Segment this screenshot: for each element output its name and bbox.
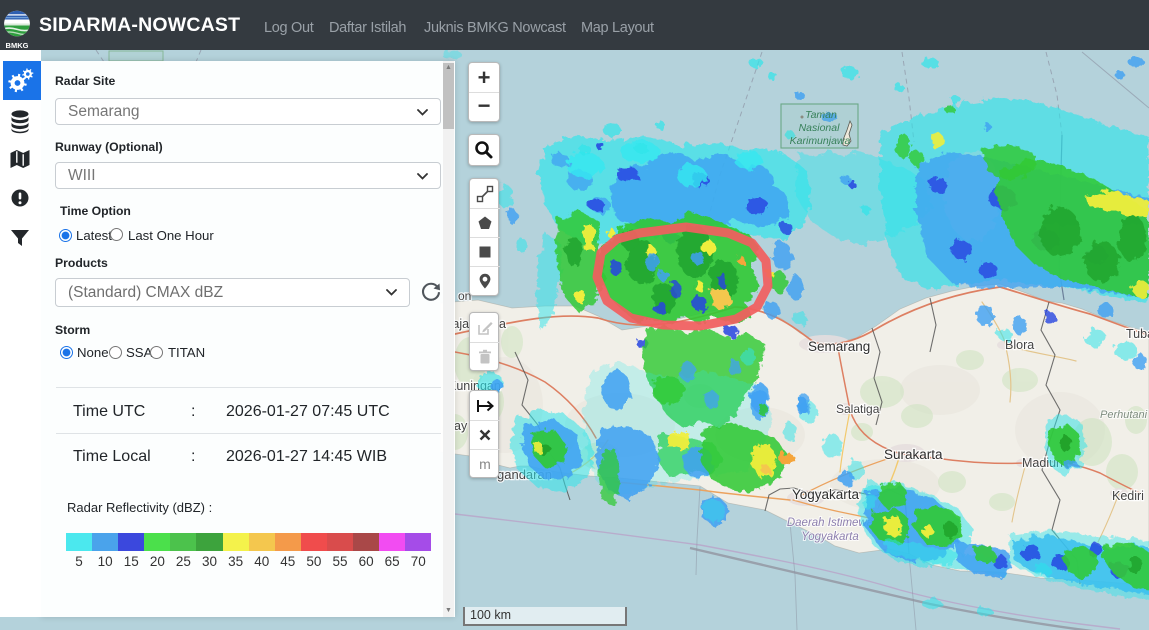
svg-text:Semarang: Semarang bbox=[808, 339, 870, 354]
svg-text:Kediri: Kediri bbox=[1112, 489, 1144, 503]
svg-text:BMKG: BMKG bbox=[6, 41, 29, 50]
svg-text:Tuban: Tuban bbox=[1126, 327, 1149, 341]
svg-text:Blora: Blora bbox=[1005, 338, 1034, 352]
svg-text:Perhutani: Perhutani bbox=[1100, 409, 1148, 421]
svg-text:Taman: Taman bbox=[805, 109, 837, 121]
svg-text:Salatiga: Salatiga bbox=[836, 402, 880, 416]
svg-text:Yogyakarta: Yogyakarta bbox=[801, 531, 859, 543]
svg-text:ay: ay bbox=[454, 419, 468, 433]
svg-text:Yogyakarta: Yogyakarta bbox=[792, 487, 860, 502]
svg-text:Surakarta: Surakarta bbox=[884, 447, 943, 462]
svg-text:Karimunjawa: Karimunjawa bbox=[790, 135, 851, 147]
svg-text:Nasional: Nasional bbox=[799, 122, 841, 134]
